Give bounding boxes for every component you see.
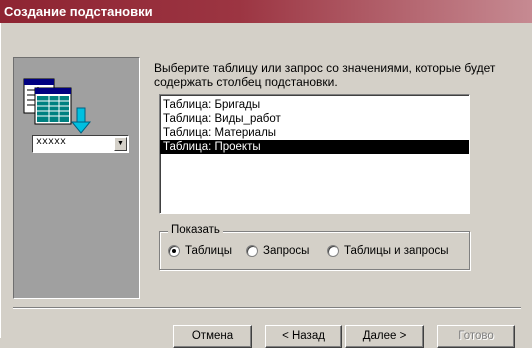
list-item[interactable]: Таблица: Виды_работ: [160, 112, 469, 126]
finish-button[interactable]: Готово: [437, 325, 515, 348]
radio-label: Таблицы и запросы: [344, 245, 449, 257]
list-item-selected[interactable]: Таблица: Проекты: [160, 140, 469, 154]
next-button[interactable]: Далее >: [345, 325, 424, 348]
radio-label: Таблицы: [185, 245, 232, 257]
chevron-down-icon: ▼: [114, 137, 127, 151]
sample-combo: ххххх ▼: [32, 135, 129, 153]
radio-indicator[interactable]: [327, 245, 339, 257]
show-group-title: Показать: [168, 224, 223, 236]
sample-combo-text: ххххх: [36, 137, 67, 148]
dialog-body: ххххх ▼ Выберите таблицу или запрос со з…: [0, 23, 532, 348]
list-item[interactable]: Таблица: Бригады: [160, 98, 469, 112]
separator: [13, 307, 521, 309]
list-item[interactable]: Таблица: Материалы: [160, 126, 469, 140]
table-listbox[interactable]: Таблица: Бригады Таблица: Виды_работ Таб…: [159, 94, 470, 214]
radio-label: Запросы: [263, 245, 310, 257]
show-groupbox: Показать Таблицы Запросы Таблицы и запро…: [159, 224, 470, 270]
cancel-button[interactable]: Отмена: [173, 325, 252, 348]
illustration-panel: ххххх ▼: [13, 57, 140, 299]
back-button[interactable]: < Назад: [265, 325, 342, 348]
radio-indicator[interactable]: [246, 245, 258, 257]
table-lookup-icon: [23, 78, 92, 134]
instruction-text: Выберите таблицу или запрос со значениям…: [154, 61, 496, 89]
radio-indicator[interactable]: [168, 245, 180, 257]
radio-tables-and-queries[interactable]: Таблицы и запросы: [327, 245, 448, 257]
radio-tables[interactable]: Таблицы: [168, 245, 232, 257]
window-title: Создание подстановки: [0, 0, 532, 23]
radio-queries[interactable]: Запросы: [246, 245, 309, 257]
